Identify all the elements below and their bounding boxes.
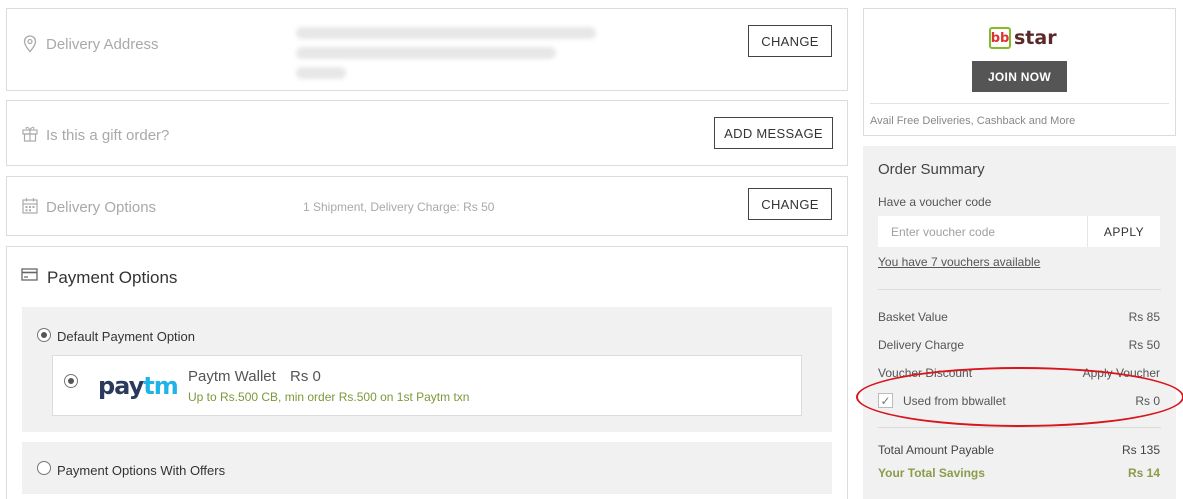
apply-voucher-button[interactable]: APPLY [1087, 216, 1160, 247]
default-payment-label: Default Payment Option [57, 329, 196, 344]
vouchers-available-link[interactable]: You have 7 vouchers available [878, 255, 1040, 269]
voucher-code-input[interactable] [878, 216, 1087, 247]
gift-order-panel: Is this a gift order? ADD MESSAGE [6, 100, 848, 166]
paytm-logo: paytm [98, 372, 179, 400]
gift-icon [22, 125, 38, 147]
default-payment-radio[interactable] [37, 328, 51, 342]
payment-options-title: Payment Options [47, 268, 178, 287]
calendar-icon [22, 197, 38, 219]
wallet-offer: Up to Rs.500 CB, min order Rs.500 on 1st… [188, 390, 470, 404]
total-payable-value: Rs 135 [1121, 443, 1160, 457]
total-payable-label: Total Amount Payable [878, 443, 995, 457]
delivery-address-panel: Delivery Address CHANGE [6, 8, 848, 91]
order-summary-title: Order Summary [878, 161, 985, 178]
voucher-prompt: Have a voucher code [878, 195, 992, 209]
change-delivery-options-button[interactable]: CHANGE [748, 188, 832, 220]
delivery-address-title: Delivery Address [46, 36, 159, 53]
card-icon [21, 268, 38, 286]
gift-title: Is this a gift order? [46, 127, 170, 144]
add-message-button[interactable]: ADD MESSAGE [714, 117, 833, 149]
bbwallet-value: Rs 0 [1135, 394, 1160, 408]
apply-voucher-link[interactable]: Apply Voucher [1083, 366, 1160, 380]
paytm-wallet-radio[interactable] [64, 374, 78, 388]
delivery-charge-value: Rs 50 [1128, 338, 1160, 352]
delivery-options-info: 1 Shipment, Delivery Charge: Rs 50 [303, 200, 495, 214]
bbstar-note: Avail Free Deliveries, Cashback and More [870, 115, 1076, 127]
wallet-name: Paytm Wallet [188, 368, 276, 385]
total-savings-value: Rs 14 [1127, 466, 1160, 480]
summary-divider [878, 289, 1161, 290]
basket-value-label: Basket Value [878, 310, 948, 324]
offers-payment-radio[interactable] [37, 461, 51, 475]
voucher-discount-label: Voucher Discount [878, 366, 973, 380]
delivery-options-panel: Delivery Options 1 Shipment, Delivery Ch… [6, 176, 848, 236]
change-address-button[interactable]: CHANGE [748, 25, 832, 57]
location-pin-icon [23, 35, 37, 58]
blurred-address [296, 23, 608, 79]
basket-value: Rs 85 [1128, 310, 1160, 324]
bbstar-logo: bb star [989, 27, 1057, 49]
bbstar-divider [870, 103, 1169, 104]
bbwallet-label: Used from bbwallet [903, 394, 1006, 408]
delivery-options-title: Delivery Options [46, 199, 157, 216]
summary-divider-bottom [878, 427, 1161, 428]
order-summary-panel: Order Summary Have a voucher code APPLY … [863, 146, 1176, 499]
bbstar-panel: bb star JOIN NOW Avail Free Deliveries, … [863, 8, 1176, 136]
paytm-wallet-card[interactable]: paytm Paytm Wallet Rs 0 Up to Rs.500 CB,… [52, 355, 802, 416]
offers-payment-label: Payment Options With Offers [57, 463, 226, 478]
join-now-button[interactable]: JOIN NOW [972, 61, 1067, 92]
delivery-charge-label: Delivery Charge [878, 338, 965, 352]
bbwallet-checkbox[interactable]: ✓ [878, 393, 893, 408]
wallet-balance: Rs 0 [290, 368, 321, 385]
total-savings-label: Your Total Savings [878, 466, 985, 480]
